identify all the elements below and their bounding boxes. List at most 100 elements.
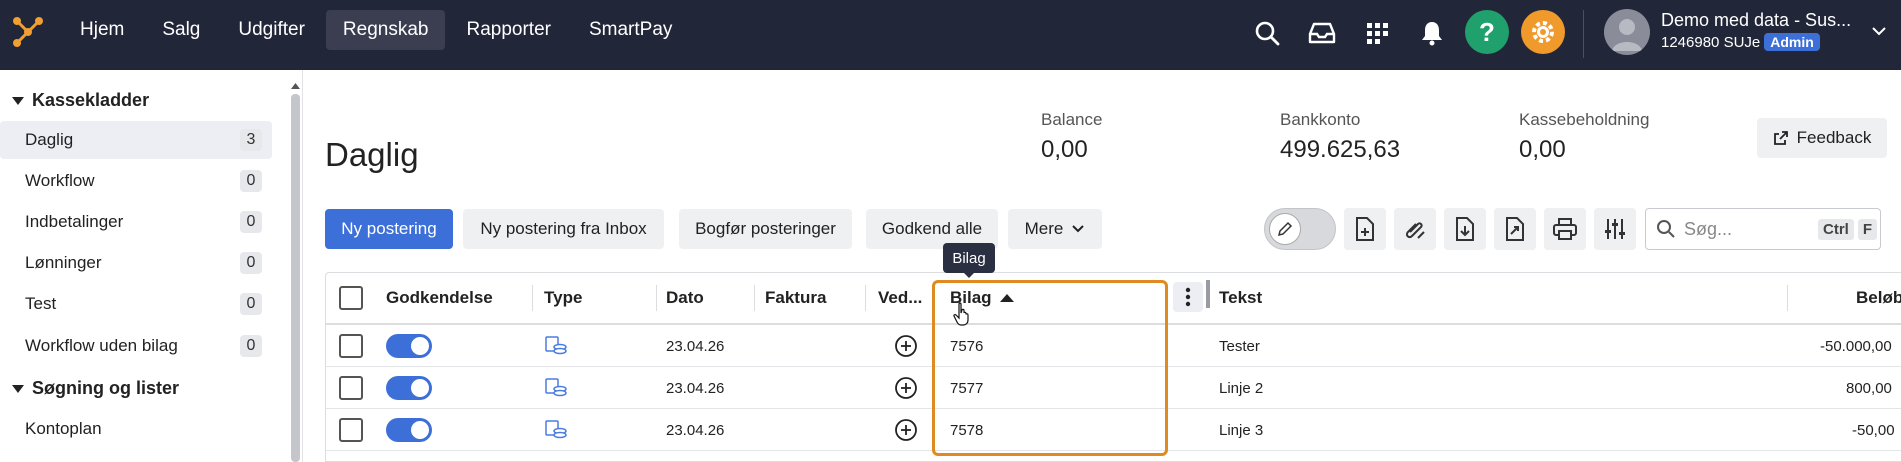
sidebar-item-label: Workflow xyxy=(25,171,95,190)
count-badge: 3 xyxy=(240,129,262,151)
download-icon[interactable] xyxy=(1444,208,1486,250)
date-cell: 23.04.26 xyxy=(666,337,725,355)
sidebar-item-test[interactable]: Test 0 xyxy=(0,285,272,323)
nav-item-hjem[interactable]: Hjem xyxy=(63,10,141,50)
inbox-icon[interactable] xyxy=(1302,13,1342,53)
text-cell: Tester xyxy=(1219,337,1260,355)
stat-label-bankkonto: Bankkonto xyxy=(1280,110,1361,129)
sidebar-scrollbar[interactable] xyxy=(291,94,300,462)
nav-item-regnskab[interactable]: Regnskab xyxy=(325,10,446,50)
sidebar-item-indbetalinger[interactable]: Indbetalinger 0 xyxy=(0,203,272,241)
approval-toggle[interactable] xyxy=(386,334,432,358)
chevron-down-icon xyxy=(1072,225,1085,233)
nav-item-salg[interactable]: Salg xyxy=(145,10,217,50)
column-divider[interactable] xyxy=(754,285,755,311)
column-header-type[interactable]: Type xyxy=(544,273,582,323)
stat-label-kassebeholdning: Kassebeholdning xyxy=(1519,110,1650,129)
new-entry-from-inbox-button[interactable]: Ny postering fra Inbox xyxy=(463,209,664,249)
sidebar-item-label: Indbetalinger xyxy=(25,212,124,231)
search-box[interactable]: Ctrl F xyxy=(1645,208,1881,250)
sidebar-item-label: Daglig xyxy=(25,130,74,149)
settings-gear-icon[interactable] xyxy=(1521,10,1565,54)
count-badge: 0 xyxy=(240,335,262,357)
column-header-approval[interactable]: Godkendelse xyxy=(386,273,493,323)
approval-toggle[interactable] xyxy=(386,376,432,400)
nav-item-smartpay[interactable]: SmartPay xyxy=(572,10,689,50)
column-header-amount[interactable]: Beløb xyxy=(1856,273,1901,323)
add-attachment-icon[interactable] xyxy=(894,409,918,451)
table-row[interactable]: 23.04.26 7578 Linje 3 -50,00 xyxy=(326,409,1901,451)
column-header-invoice[interactable]: Faktura xyxy=(765,273,826,323)
post-entries-button[interactable]: Bogfør posteringer xyxy=(679,209,852,249)
column-header-text[interactable]: Tekst xyxy=(1219,273,1262,323)
bell-icon[interactable] xyxy=(1412,13,1452,53)
top-navigation-bar: Hjem Salg Udgifter Regnskab Rapporter Sm… xyxy=(0,0,1901,70)
sidebar-item-workflow-uden-bilag[interactable]: Workflow uden bilag 0 xyxy=(0,327,272,365)
table-row[interactable]: 23.04.26 7577 Linje 2 800,00 xyxy=(326,367,1901,409)
avatar[interactable] xyxy=(1604,9,1650,55)
stat-value-kassebeholdning: 0,00 xyxy=(1519,136,1566,163)
help-icon[interactable]: ? xyxy=(1465,10,1509,54)
app-logo-icon[interactable] xyxy=(10,14,46,50)
add-attachment-icon[interactable] xyxy=(894,367,918,409)
approval-toggle[interactable] xyxy=(386,418,432,442)
search-input[interactable] xyxy=(1684,218,1814,240)
import-document-icon[interactable] xyxy=(1494,208,1536,250)
new-entry-button[interactable]: Ny postering xyxy=(325,209,453,249)
scroll-up-icon[interactable] xyxy=(291,82,300,90)
sidebar: Kassekladder Daglig 3 Workflow 0 Indbeta… xyxy=(0,70,303,462)
feedback-button[interactable]: Feedback xyxy=(1757,118,1887,158)
shortcut-f: F xyxy=(1857,218,1878,240)
column-header-attachment[interactable]: Ved... xyxy=(878,273,922,323)
more-dropdown-button[interactable]: Mere xyxy=(1008,209,1102,249)
row-checkbox[interactable] xyxy=(339,376,363,400)
sidebar-section-sogning[interactable]: Søgning og lister xyxy=(12,378,179,399)
nav-item-rapporter[interactable]: Rapporter xyxy=(449,10,568,50)
column-divider[interactable] xyxy=(532,285,533,311)
stat-value-balance: 0,00 xyxy=(1041,136,1088,163)
count-badge: 0 xyxy=(240,293,262,315)
user-company: 1246980 SUJe Admin xyxy=(1661,33,1820,51)
select-all-checkbox[interactable] xyxy=(339,286,363,310)
company-id: 1246980 SUJe xyxy=(1661,33,1761,51)
text-cell: Linje 2 xyxy=(1219,379,1264,397)
user-name[interactable]: Demo med data - Sus... xyxy=(1661,10,1851,31)
sidebar-item-daglig[interactable]: Daglig 3 xyxy=(0,121,272,159)
column-settings-icon[interactable] xyxy=(1594,208,1636,250)
amount-cell: 800,00 xyxy=(1846,379,1892,397)
topbar-divider xyxy=(1583,10,1584,58)
column-divider[interactable] xyxy=(865,285,866,311)
admin-badge: Admin xyxy=(1764,33,1820,51)
sidebar-section-label: Kassekladder xyxy=(32,90,150,110)
column-divider[interactable] xyxy=(656,285,657,311)
sidebar-item-label: Kontoplan xyxy=(25,419,102,438)
sidebar-item-lonninger[interactable]: Lønninger 0 xyxy=(0,244,272,282)
search-icon[interactable] xyxy=(1247,13,1287,53)
voucher-cell: 7578 xyxy=(950,421,984,439)
coins-icon xyxy=(544,367,568,409)
stat-label-balance: Balance xyxy=(1041,110,1103,129)
sidebar-section-kassekladder[interactable]: Kassekladder xyxy=(12,90,149,111)
nav-item-udgifter[interactable]: Udgifter xyxy=(221,10,322,50)
row-checkbox[interactable] xyxy=(339,418,363,442)
sidebar-item-kontoplan[interactable]: Kontoplan xyxy=(0,410,272,448)
attach-edit-icon[interactable] xyxy=(1394,208,1436,250)
sidebar-section-label: Søgning og lister xyxy=(32,378,179,398)
edit-mode-toggle[interactable] xyxy=(1264,208,1336,250)
add-attachment-icon[interactable] xyxy=(894,325,918,367)
apps-grid-icon[interactable] xyxy=(1357,13,1397,53)
column-resize-handle[interactable] xyxy=(1206,280,1210,308)
column-divider[interactable] xyxy=(1787,285,1788,311)
caret-down-icon xyxy=(12,96,24,105)
table-row[interactable]: 23.04.26 7576 Tester -50.000,00 xyxy=(326,325,1901,367)
select-all-checkbox-cell xyxy=(339,273,363,323)
sidebar-item-label: Workflow uden bilag xyxy=(25,336,178,355)
new-document-icon[interactable] xyxy=(1344,208,1386,250)
row-checkbox[interactable] xyxy=(339,334,363,358)
entries-table: Godkendelse Type Dato Faktura Ved... Bil… xyxy=(325,272,1901,462)
column-header-date[interactable]: Dato xyxy=(666,273,704,323)
column-menu-icon[interactable] xyxy=(1173,282,1203,312)
sidebar-item-workflow[interactable]: Workflow 0 xyxy=(0,162,272,200)
chevron-down-icon[interactable] xyxy=(1870,22,1888,40)
print-icon[interactable] xyxy=(1544,208,1586,250)
